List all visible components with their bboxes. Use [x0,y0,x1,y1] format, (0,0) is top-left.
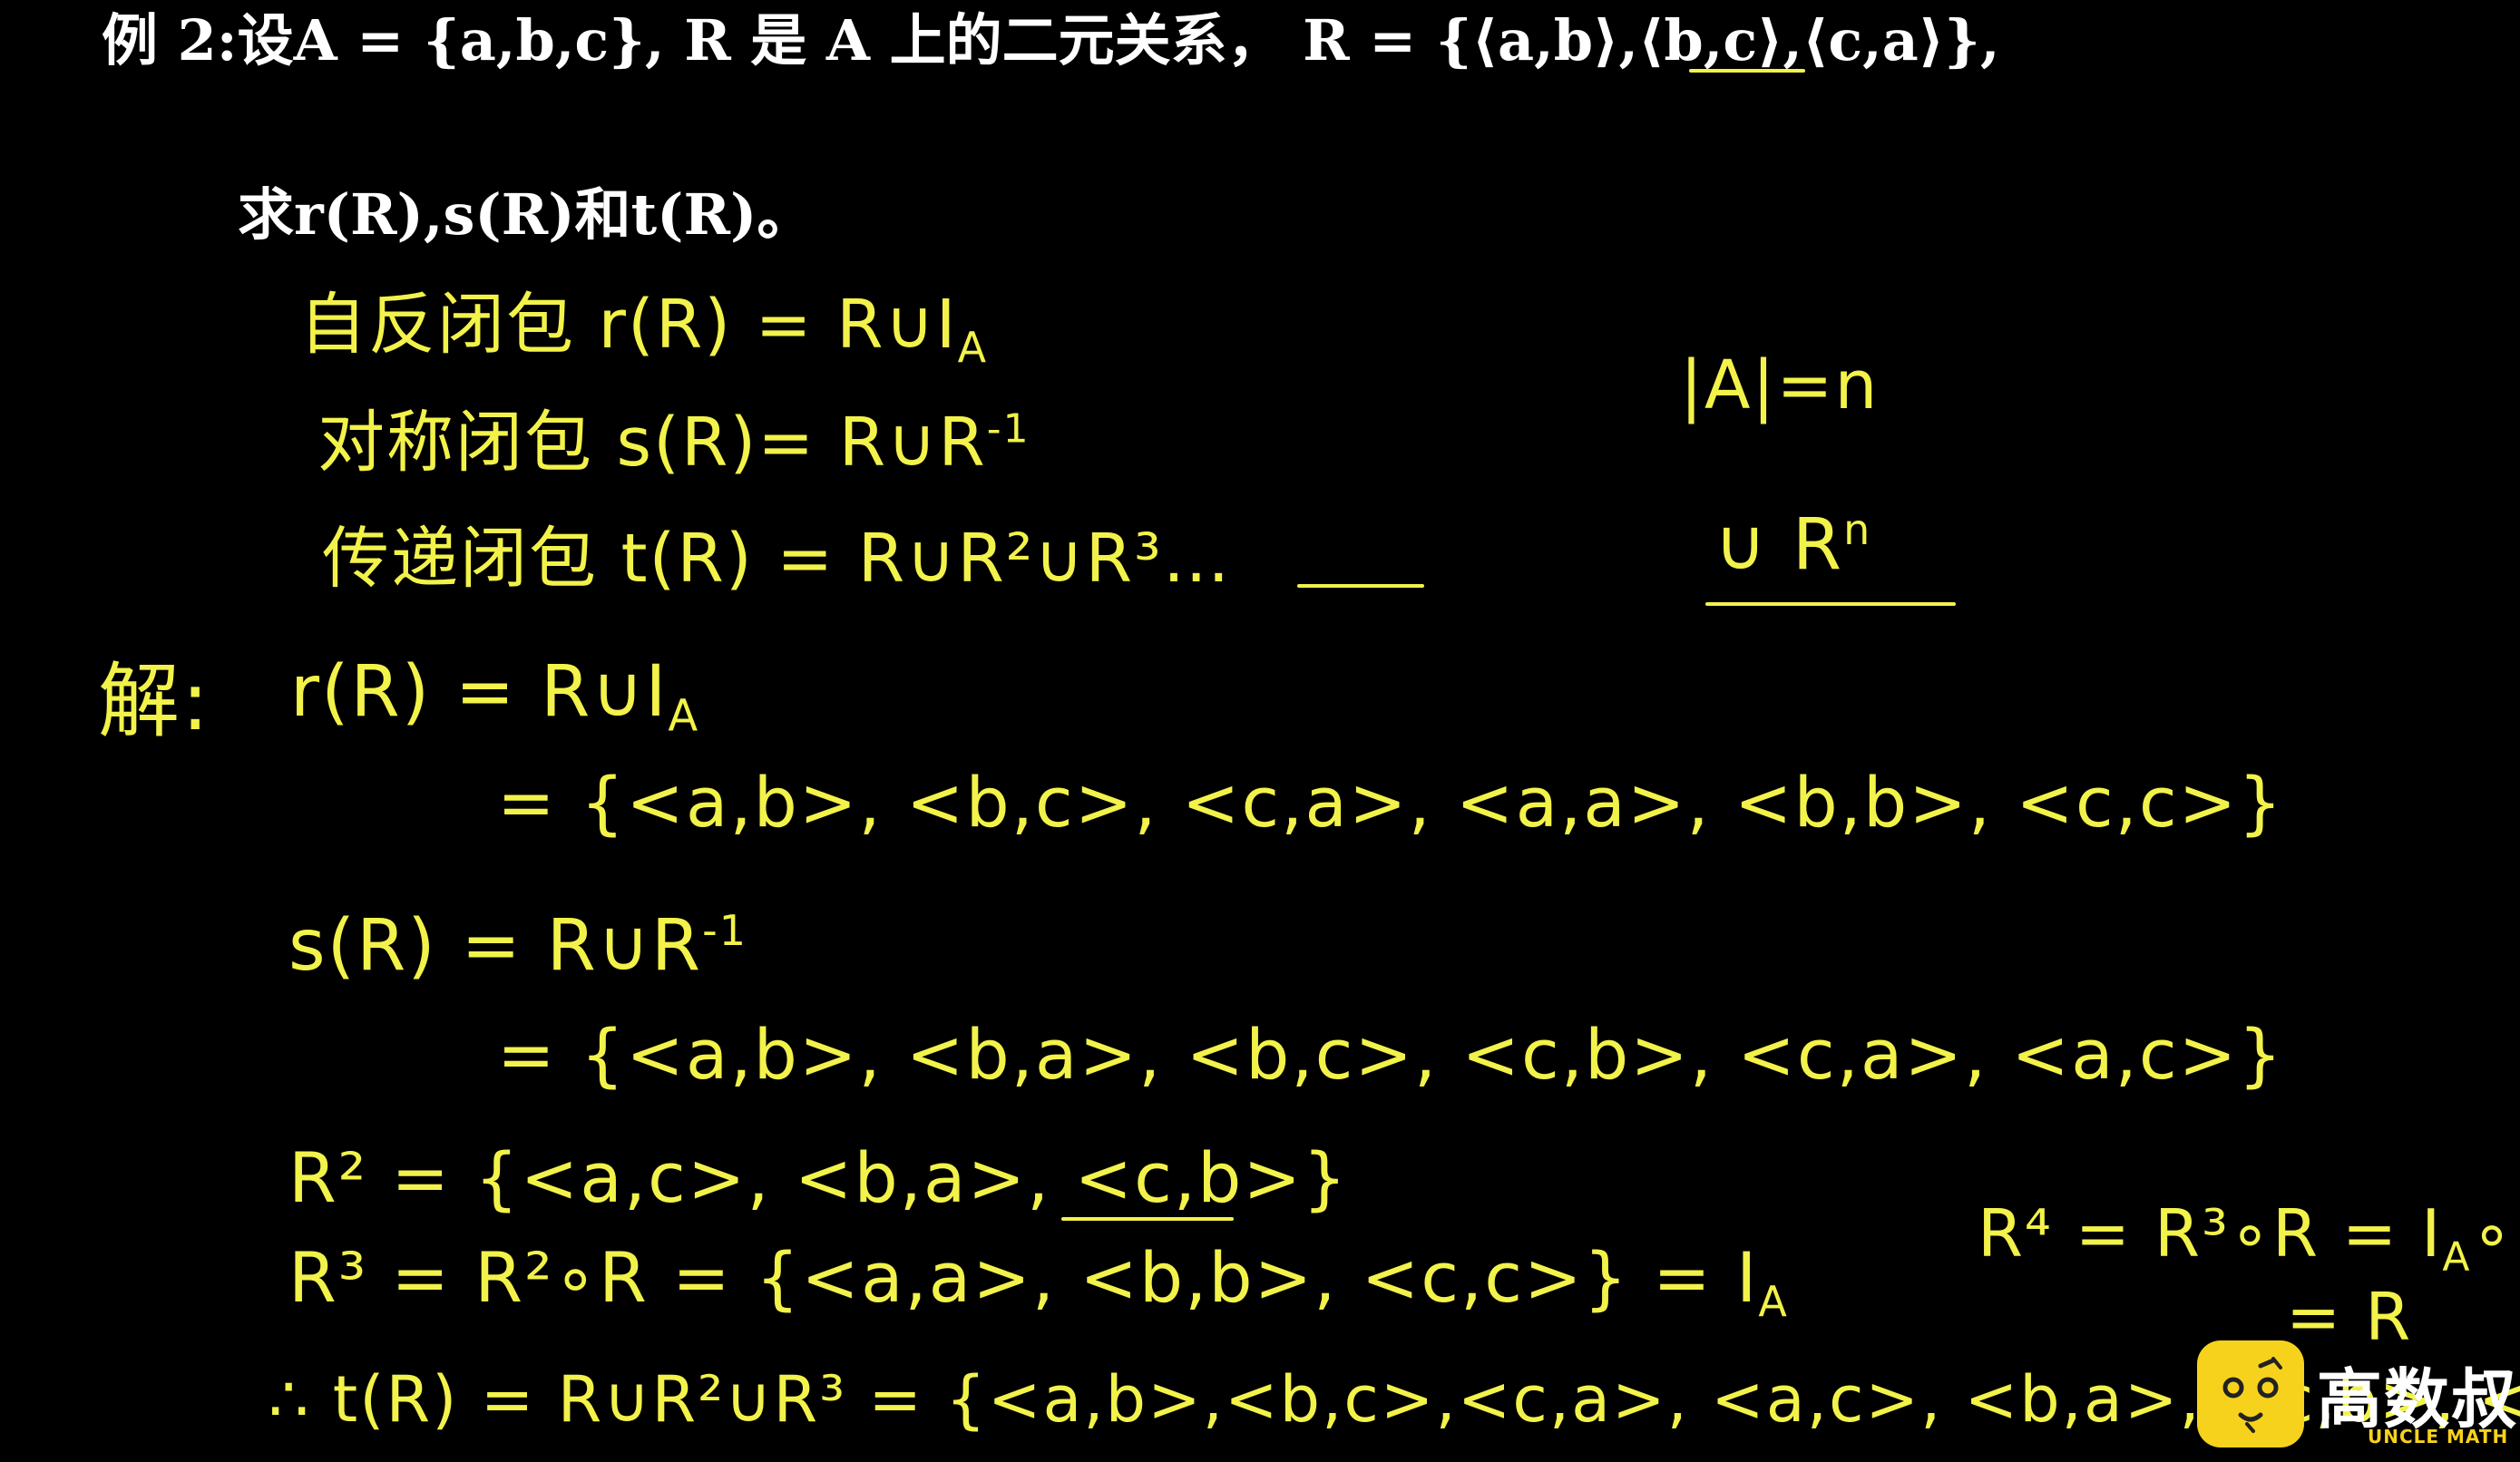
solution-r4-line2: = R [2286,1279,2413,1355]
solution-r3: R³ = R²∘R = {<a,a>, <b,b>, <c,c>} = IA [288,1237,1789,1326]
solution-s-set: = {<a,b>, <b,a>, <b,c>, <c,b>, <c,a>, <a… [497,1014,2284,1095]
solution-r2: R² = {<a,c>, <b,a>, <c,b>} [288,1137,1349,1218]
def-transitive-underline [1297,584,1424,588]
def-symmetric-sup: -1 [986,405,1030,453]
problem-underline-bc [1689,69,1805,73]
uncle-math-logo [2197,1340,2304,1447]
solution-r-def-sub: A [668,690,700,742]
solution-r4-sub: A [2442,1233,2472,1281]
solution-r4-tail: ∘R [2471,1195,2520,1272]
solution-s-def-text: s(R) = R∪R [288,905,703,987]
solution-r-set: = {<a,b>, <b,c>, <c,a>, <a,a>, <b,b>, <c… [497,762,2284,843]
solution-r4-text: R⁴ = R³∘R = I [1978,1195,2443,1272]
side-union-underline [1705,602,1956,606]
solution-r-def-text: r(R) = R∪I [290,651,669,733]
solution-r3-sub: A [1758,1277,1789,1327]
solution-label: 解: [98,654,211,749]
solution-s-def-sup: -1 [702,906,747,955]
side-cardinality: |A|=n [1680,346,1880,424]
def-reflexive-text: 自反闭包 r(R) = R∪I [299,286,958,364]
def-symmetric: 对称闭包 s(R)= R∪R-1 [317,388,1030,485]
solution-s-def: s(R) = R∪R-1 [288,905,747,987]
side-union: ∪ Rn [1714,504,1871,586]
def-symmetric-text: 对称闭包 s(R)= R∪R [317,404,987,482]
lecture-slide: 例 2:设A = {a,b,c}, R 是 A 上的二元关系， R = {⟨a,… [0,0,2520,1462]
def-transitive: 传递闭包 t(R) = R∪R²∪R³… [322,520,1232,598]
side-union-text: ∪ R [1714,504,1844,586]
logo-face-icon [2222,1357,2282,1433]
def-reflexive: 自反闭包 r(R) = R∪IA [299,270,988,372]
solution-r4-line1: R⁴ = R³∘R = IA∘R [1978,1195,2520,1280]
side-union-sup: n [1843,505,1872,554]
solution-r2-underline [1061,1217,1234,1221]
problem-line-1: 例 2:设A = {a,b,c}, R 是 A 上的二元关系， R = {⟨a,… [102,7,2000,73]
brand-subtitle: UNCLE MATH [2368,1426,2509,1447]
problem-line-2: 求r(R),s(R)和t(R)。 [238,181,814,248]
solution-r-def: r(R) = R∪IA [290,651,699,742]
solution-t-line: ∴ t(R) = R∪R²∪R³ = {<a,b>,<b,c>,<c,a>, <… [269,1362,2520,1437]
solution-r3-text: R³ = R²∘R = {<a,a>, <b,b>, <c,c>} = I [288,1237,1759,1318]
def-reflexive-sub: A [957,322,989,372]
